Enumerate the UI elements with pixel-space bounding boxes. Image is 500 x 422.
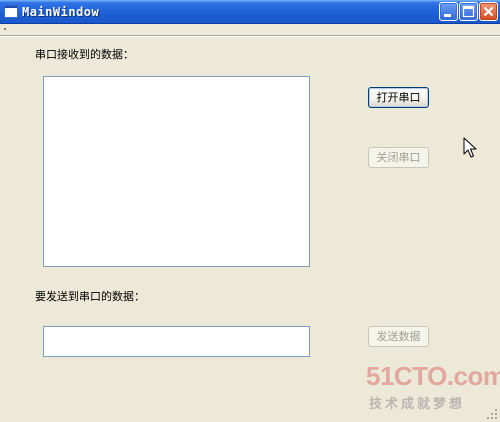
minimize-button[interactable] xyxy=(439,2,458,21)
maximize-button[interactable] xyxy=(459,2,478,21)
send-data-button[interactable]: 发送数据 xyxy=(368,326,429,347)
close-icon xyxy=(483,6,494,17)
close-port-button[interactable]: 关闭串口 xyxy=(368,147,429,168)
open-port-button[interactable]: 打开串口 xyxy=(368,87,429,108)
arrow-cursor-icon xyxy=(463,137,477,158)
send-input[interactable] xyxy=(43,326,310,357)
window-icon xyxy=(4,5,18,18)
minimize-icon xyxy=(444,14,451,17)
window-title: MainWindow xyxy=(22,5,100,19)
close-button[interactable] xyxy=(479,2,498,21)
watermark-tagline: 技术成就梦想 xyxy=(369,397,466,412)
maximize-icon xyxy=(462,5,475,18)
menu-grip xyxy=(4,28,6,30)
receive-label: 串口接收到的数据： xyxy=(35,48,134,61)
size-grip-icon[interactable] xyxy=(486,408,498,420)
menu-bar xyxy=(0,24,500,37)
watermark-logo: 51CTO.com xyxy=(366,361,500,391)
title-bar[interactable]: MainWindow xyxy=(0,0,500,24)
receive-textarea[interactable] xyxy=(43,76,310,267)
send-label: 要发送到串口的数据： xyxy=(35,290,145,303)
